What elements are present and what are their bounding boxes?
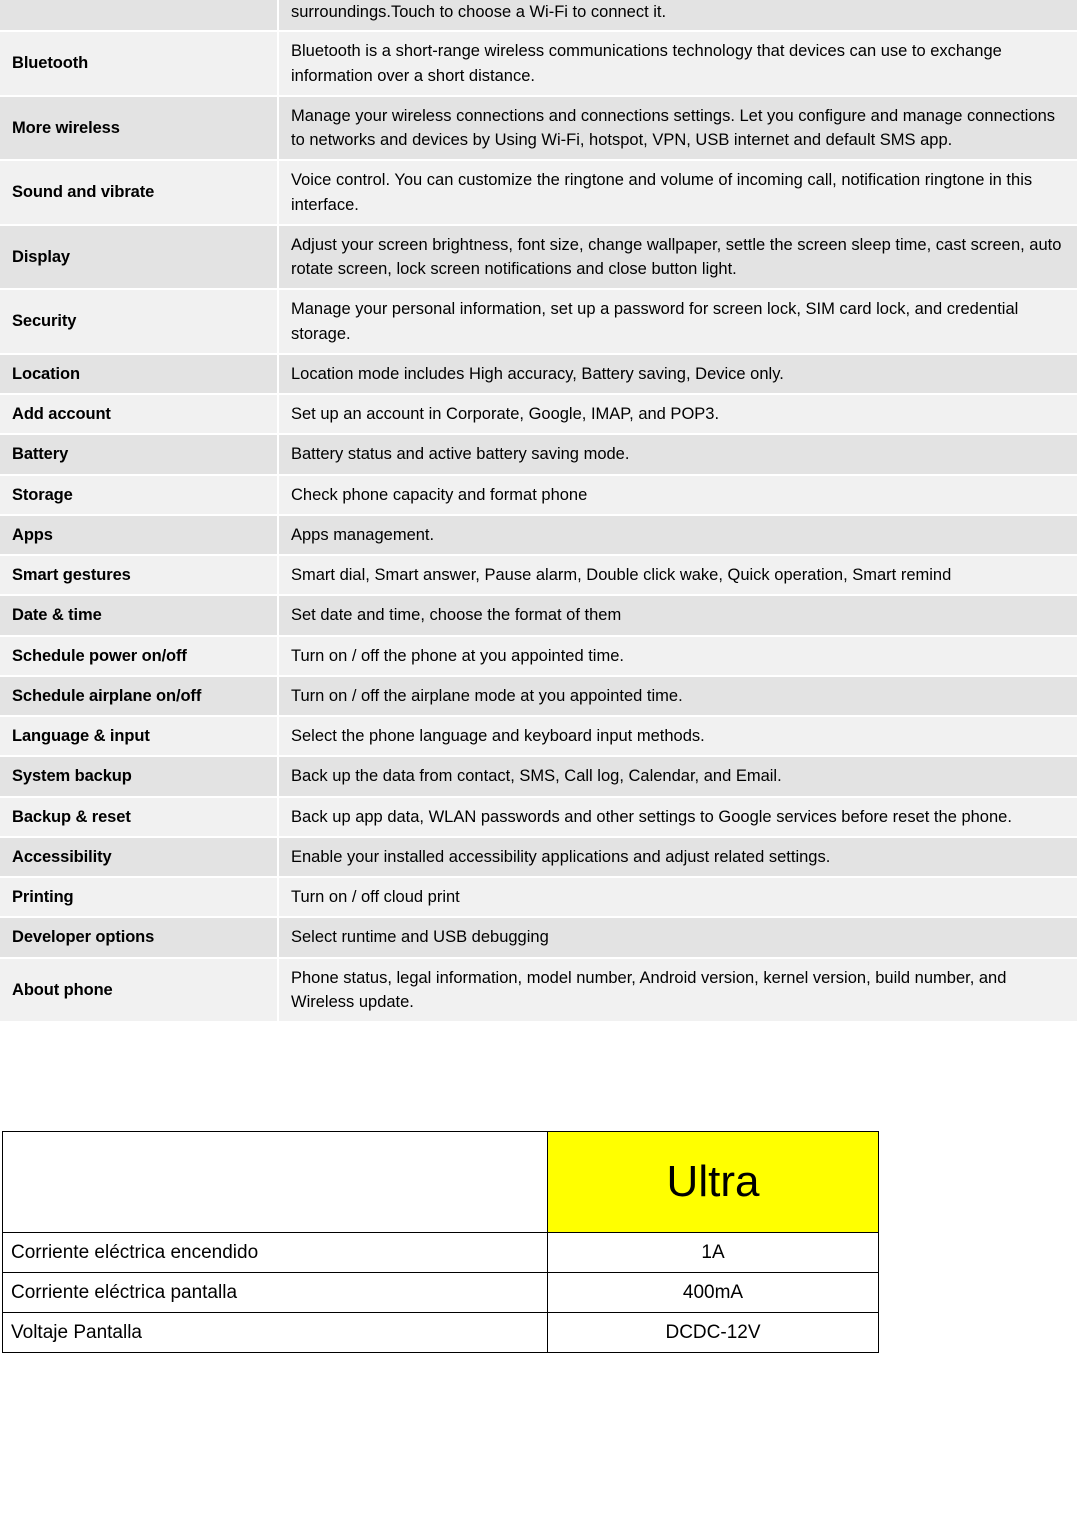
table-row: Sound and vibrate Voice control. You can … <box>0 161 1077 224</box>
setting-description-cell: Apps management. <box>279 515 1077 554</box>
setting-name-cell: Storage <box>0 475 277 514</box>
setting-description-cell: Location mode includes High accuracy, Ba… <box>279 354 1077 393</box>
spec-header-row: Ultra <box>2 1131 879 1233</box>
table-row: Storage Check phone capacity and format p… <box>0 475 1077 514</box>
electrical-spec-section: Ultra Corriente eléctrica encendido 1A Corr… <box>0 1131 1077 1353</box>
spec-parameter-value: DCDC-12V <box>547 1312 879 1353</box>
settings-feature-table: surroundings.Touch to choose a Wi-Fi to … <box>0 0 1077 1023</box>
setting-description-cell: Check phone capacity and format phone <box>279 475 1077 514</box>
spec-parameter-label: Corriente eléctrica encendido <box>2 1232 548 1273</box>
setting-name-cell <box>0 0 277 31</box>
spec-parameter-value: 1A <box>547 1232 879 1273</box>
setting-name-cell: Schedule airplane on/off <box>0 676 277 715</box>
spec-header-blank-cell <box>2 1131 548 1233</box>
table-row: Display Adjust your screen brightness, fo… <box>0 225 1077 289</box>
spec-header-brand-cell: Ultra <box>547 1131 879 1233</box>
setting-name-cell: Bluetooth <box>0 32 277 95</box>
setting-name-cell: Date & time <box>0 596 277 635</box>
setting-description-cell: Manage your personal information, set up… <box>279 290 1077 353</box>
setting-name-cell: More wireless <box>0 96 277 160</box>
setting-name-cell: Developer options <box>0 918 277 957</box>
spec-table-row: Corriente eléctrica encendido 1A <box>2 1232 879 1273</box>
table-row: Security Manage your personal information… <box>0 290 1077 353</box>
table-row: Apps Apps management. <box>0 515 1077 554</box>
table-row: Battery Battery status and active battery… <box>0 435 1077 474</box>
setting-description-cell: Back up app data, WLAN passwords and oth… <box>279 797 1077 836</box>
setting-description-cell: Set up an account in Corporate, Google, … <box>279 395 1077 434</box>
setting-name-cell: Battery <box>0 435 277 474</box>
setting-description-cell: Manage your wireless connections and con… <box>279 96 1077 160</box>
setting-name-cell: Printing <box>0 878 277 917</box>
spec-parameter-value: 400mA <box>547 1272 879 1313</box>
setting-description-cell: Bluetooth is a short-range wireless comm… <box>279 32 1077 95</box>
setting-name-cell: Smart gestures <box>0 556 277 595</box>
table-row: Backup & reset Back up app data, WLAN pas… <box>0 797 1077 836</box>
setting-description-cell: Select runtime and USB debugging <box>279 918 1077 957</box>
setting-description-cell: Battery status and active battery saving… <box>279 435 1077 474</box>
setting-name-cell: Language & input <box>0 717 277 756</box>
setting-name-cell: Accessibility <box>0 837 277 876</box>
table-row: Schedule airplane on/off Turn on / off th… <box>0 676 1077 715</box>
setting-description-cell: Voice control. You can customize the rin… <box>279 161 1077 224</box>
setting-name-cell: Add account <box>0 395 277 434</box>
setting-name-cell: System backup <box>0 757 277 796</box>
setting-name-cell: Display <box>0 225 277 289</box>
setting-description-cell: Adjust your screen brightness, font size… <box>279 225 1077 289</box>
table-row: Schedule power on/off Turn on / off the p… <box>0 636 1077 675</box>
table-row: Smart gestures Smart dial, Smart answer, … <box>0 556 1077 595</box>
setting-description-cell: Enable your installed accessibility appl… <box>279 837 1077 876</box>
electrical-spec-table: Ultra Corriente eléctrica encendido 1A Corr… <box>2 1131 879 1353</box>
spec-parameter-label: Voltaje Pantalla <box>2 1312 548 1353</box>
table-row: Developer options Select runtime and USB … <box>0 918 1077 957</box>
table-row: Printing Turn on / off cloud print <box>0 878 1077 917</box>
table-row: surroundings.Touch to choose a Wi-Fi to … <box>0 0 1077 31</box>
setting-name-cell: Sound and vibrate <box>0 161 277 224</box>
setting-name-cell: About phone <box>0 958 277 1021</box>
setting-name-cell: Apps <box>0 515 277 554</box>
setting-name-cell: Backup & reset <box>0 797 277 836</box>
table-row: More wireless Manage your wireless connec… <box>0 96 1077 160</box>
electrical-spec-body: Ultra Corriente eléctrica encendido 1A Corr… <box>2 1131 879 1353</box>
setting-description-cell: Turn on / off cloud print <box>279 878 1077 917</box>
spec-parameter-label: Corriente eléctrica pantalla <box>2 1272 548 1313</box>
setting-description-cell: surroundings.Touch to choose a Wi-Fi to … <box>279 0 1077 31</box>
setting-description-cell: Turn on / off the phone at you appointed… <box>279 636 1077 675</box>
setting-description-cell: Back up the data from contact, SMS, Call… <box>279 757 1077 796</box>
table-row: Add account Set up an account in Corporat… <box>0 395 1077 434</box>
settings-table-body: surroundings.Touch to choose a Wi-Fi to … <box>0 0 1077 1021</box>
setting-name-cell: Security <box>0 290 277 353</box>
spec-table-row: Corriente eléctrica pantalla 400mA <box>2 1272 879 1313</box>
table-row: Language & input Select the phone languag… <box>0 717 1077 756</box>
setting-description-cell: Select the phone language and keyboard i… <box>279 717 1077 756</box>
table-row: Date & time Set date and time, choose the… <box>0 596 1077 635</box>
spec-table-row: Voltaje Pantalla DCDC-12V <box>2 1312 879 1353</box>
table-row: System backup Back up the data from conta… <box>0 757 1077 796</box>
table-row: About phone Phone status, legal informati… <box>0 958 1077 1021</box>
table-separator-space <box>0 1023 1077 1131</box>
setting-description-cell: Phone status, legal information, model n… <box>279 958 1077 1021</box>
table-row: Location Location mode includes High accu… <box>0 354 1077 393</box>
setting-description-cell: Set date and time, choose the format of … <box>279 596 1077 635</box>
setting-name-cell: Location <box>0 354 277 393</box>
table-row: Bluetooth Bluetooth is a short-range wire… <box>0 32 1077 95</box>
setting-description-cell: Smart dial, Smart answer, Pause alarm, D… <box>279 556 1077 595</box>
setting-name-cell: Schedule power on/off <box>0 636 277 675</box>
setting-description-cell: Turn on / off the airplane mode at you a… <box>279 676 1077 715</box>
table-row: Accessibility Enable your installed acces… <box>0 837 1077 876</box>
